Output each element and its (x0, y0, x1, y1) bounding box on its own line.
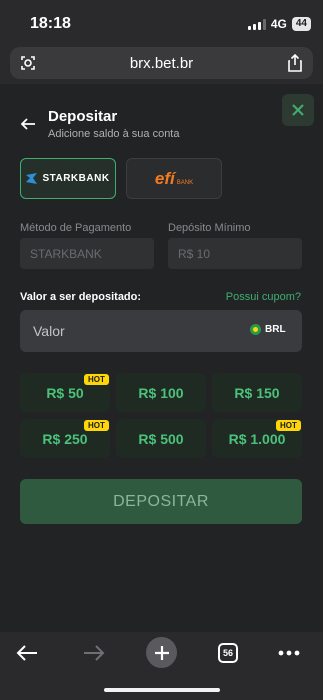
starkbank-logo-icon (26, 173, 38, 184)
amount-label: Valor a ser depositado: (20, 291, 142, 303)
modal-subtitle: Adicione saldo à sua conta (48, 128, 180, 140)
forward-button[interactable] (81, 640, 107, 666)
hot-badge: HOT (84, 374, 109, 385)
hot-badge: HOT (84, 420, 109, 431)
signal-icon (247, 18, 266, 30)
new-tab-button[interactable] (146, 637, 177, 668)
deposit-modal: Depositar Adicione saldo à sua conta STA… (0, 84, 323, 632)
status-time: 18:18 (30, 15, 71, 32)
preset-button[interactable]: R$ 100 (116, 373, 206, 412)
browser-toolbar: brx.bet.br (0, 44, 323, 84)
home-indicator (104, 688, 220, 692)
battery-icon: 44 (291, 17, 311, 31)
network-type: 4G (270, 17, 287, 31)
currency-tag: BRL (250, 324, 286, 335)
status-indicators: 4G 44 (247, 17, 311, 31)
preset-button[interactable]: R$ 500 (116, 419, 206, 458)
min-deposit-label: Depósito Mínimo (168, 222, 251, 234)
tab-count: 56 (218, 643, 238, 663)
payment-method-efi[interactable]: efí BANK (126, 158, 222, 199)
payment-method-label: Método de Pagamento (20, 222, 132, 234)
deposit-button[interactable]: DEPOSITAR (20, 479, 302, 524)
starkbank-logo: STARKBANK (42, 173, 110, 184)
close-button[interactable] (282, 94, 314, 126)
currency-code: BRL (265, 324, 286, 335)
forward-icon (84, 645, 105, 661)
min-deposit-field: R$ 10 (168, 238, 302, 269)
back-icon (16, 645, 37, 661)
tabs-button[interactable]: 56 (215, 640, 241, 666)
status-bar: 18:18 4G 44 (0, 0, 323, 44)
plus-icon (154, 645, 169, 660)
brazil-flag-icon (250, 324, 261, 335)
payment-method-starkbank[interactable]: STARKBANK (20, 158, 116, 199)
hot-badge: HOT (276, 420, 301, 431)
close-icon (292, 104, 304, 116)
preset-button[interactable]: R$ 150 (212, 373, 302, 412)
back-arrow-icon[interactable] (20, 116, 36, 132)
efi-logo: efí BANK (154, 169, 194, 188)
back-button[interactable] (14, 640, 40, 666)
url-text[interactable]: brx.bet.br (10, 55, 313, 72)
modal-title: Depositar (48, 108, 118, 125)
browser-bottom-bar: 56 (0, 632, 323, 700)
coupon-link[interactable]: Possui cupom? (226, 291, 301, 303)
more-icon (278, 650, 300, 656)
more-menu-button[interactable] (276, 640, 302, 666)
share-icon[interactable] (287, 54, 303, 72)
payment-method-field: STARKBANK (20, 238, 154, 269)
url-bar[interactable]: brx.bet.br (10, 47, 313, 79)
